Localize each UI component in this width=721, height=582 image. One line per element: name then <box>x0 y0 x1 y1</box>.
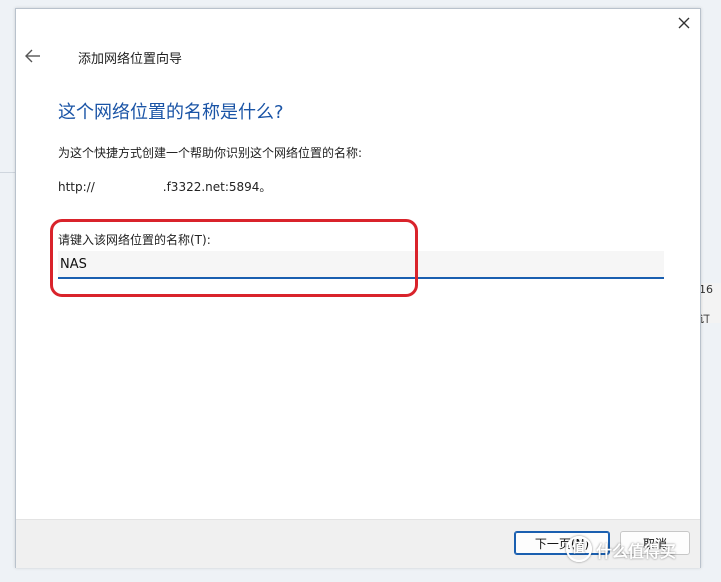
instruction-text: 为这个快捷方式创建一个帮助你识别这个网络位置的名称: <box>58 146 363 160</box>
close-icon <box>678 17 690 29</box>
close-button[interactable] <box>674 13 694 33</box>
network-address: http:// .f3322.net:5894。 <box>58 178 271 195</box>
address-prefix: http:// <box>58 180 95 194</box>
back-arrow-icon <box>25 49 40 63</box>
watermark-logo-glyph: 值 <box>572 541 586 556</box>
page-heading: 这个网络位置的名称是什么? <box>58 102 284 123</box>
wizard-title: 添加网络位置向导 <box>78 52 183 67</box>
red-highlight-annotation <box>50 219 418 297</box>
background-edge-text: 16 <box>699 283 713 296</box>
background-divider <box>0 172 16 173</box>
address-suffix: .f3322.net:5894。 <box>162 180 272 194</box>
watermark-text: 什么值得买 <box>596 542 677 561</box>
back-button[interactable] <box>22 45 44 67</box>
background-window-edge: 16 订 <box>698 283 721 323</box>
add-network-location-dialog: 添加网络位置向导 这个网络位置的名称是什么? 为这个快捷方式创建一个帮助你识别这… <box>15 8 701 568</box>
watermark: 值 什么值得买 <box>566 534 716 574</box>
watermark-logo-icon: 值 <box>566 536 592 562</box>
